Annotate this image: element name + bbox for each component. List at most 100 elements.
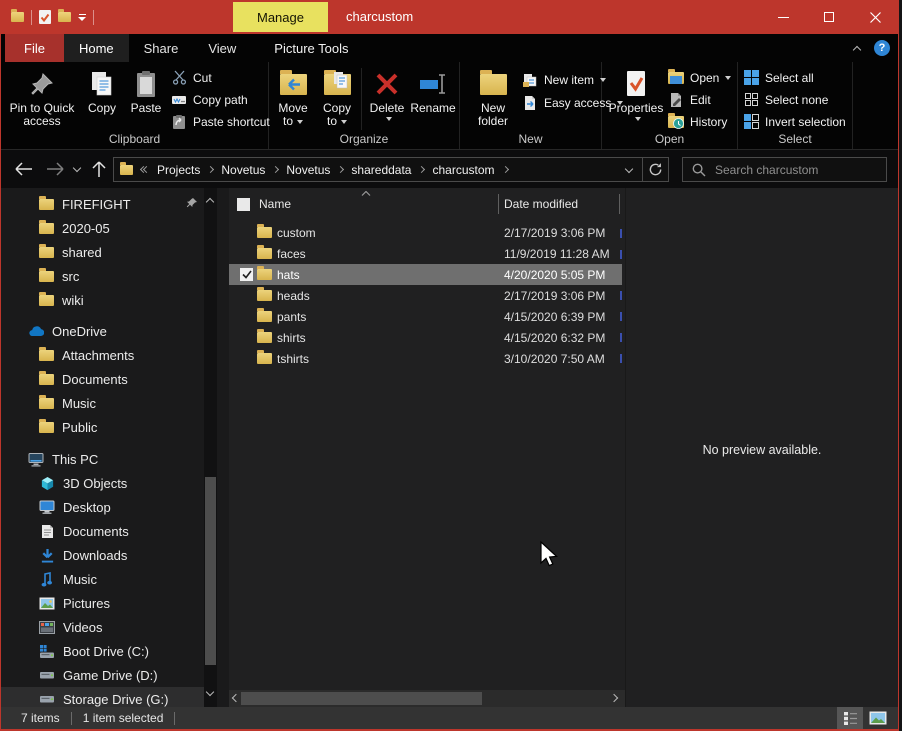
copy-path-button[interactable]: Copy path	[171, 89, 248, 110]
properties-button[interactable]: Properties	[608, 66, 664, 121]
row-checkbox[interactable]	[240, 268, 253, 281]
address-bar[interactable]: Projects Novetus Novetus shareddata char…	[113, 157, 669, 182]
sidebar-item-this-pc[interactable]: This PC	[1, 447, 204, 471]
thumbnails-view-button[interactable]	[865, 707, 891, 729]
delete-button[interactable]: Delete	[365, 66, 409, 121]
sidebar-item-pictures[interactable]: Pictures	[1, 591, 204, 615]
breadcrumb-item[interactable]: shareddata	[351, 163, 411, 177]
recent-locations-button[interactable]	[69, 158, 85, 180]
move-to-button[interactable]: Move to	[271, 66, 315, 128]
breadcrumb-chevron-icon[interactable]	[337, 166, 344, 173]
sidebar-item-documents-onedrive[interactable]: Documents	[1, 367, 204, 391]
details-view-button[interactable]	[837, 707, 863, 729]
breadcrumb-chevron-icon[interactable]	[207, 166, 214, 173]
sidebar-scrollbar[interactable]	[204, 188, 217, 707]
back-button[interactable]	[11, 158, 35, 180]
new-folder-button[interactable]: New folder	[470, 66, 516, 128]
breadcrumb-item[interactable]: Novetus	[221, 163, 265, 177]
copy-to-button[interactable]: Copy to	[315, 66, 359, 128]
invert-selection-button[interactable]: Invert selection	[743, 111, 846, 132]
column-divider[interactable]	[619, 194, 620, 214]
breadcrumb-chevron-icon[interactable]	[272, 166, 279, 173]
scroll-left-icon[interactable]	[232, 694, 240, 702]
paste-shortcut-button[interactable]: Paste shortcut	[171, 111, 270, 132]
sidebar-item-desktop[interactable]: Desktop	[1, 495, 204, 519]
file-row[interactable]: shirts 4/15/2020 6:32 PM	[229, 327, 625, 348]
select-none-button[interactable]: Select none	[743, 89, 828, 110]
breadcrumb-overflow-icon[interactable]	[141, 167, 149, 172]
sidebar-item-wiki[interactable]: wiki	[1, 288, 204, 312]
sidebar-item-2020-05[interactable]: 2020-05	[1, 216, 204, 240]
select-all-button[interactable]: Select all	[743, 67, 814, 88]
qat-new-folder-icon[interactable]	[58, 12, 71, 22]
rename-button[interactable]: Rename	[407, 66, 459, 115]
file-row[interactable]: custom 2/17/2019 3:06 PM	[229, 222, 625, 243]
maximize-button[interactable]	[806, 0, 852, 34]
tab-view[interactable]: View	[193, 34, 251, 62]
open-button[interactable]: Open	[668, 67, 731, 88]
search-box[interactable]	[682, 157, 887, 182]
qat-folder-icon[interactable]	[11, 12, 24, 22]
new-item-button[interactable]: New item	[522, 69, 606, 90]
tab-home[interactable]: Home	[64, 34, 129, 62]
scroll-right-icon[interactable]	[610, 694, 618, 702]
sidebar-item-music[interactable]: Music	[1, 567, 204, 591]
contextual-tab-manage[interactable]: Manage	[233, 2, 328, 32]
column-divider[interactable]	[498, 194, 499, 214]
sidebar-item-shared[interactable]: shared	[1, 240, 204, 264]
up-button[interactable]	[87, 158, 111, 180]
sidebar-item-src[interactable]: src	[1, 264, 204, 288]
file-row-selected[interactable]: hats 4/20/2020 5:05 PM	[229, 264, 622, 285]
horizontal-scrollbar[interactable]	[229, 690, 625, 707]
close-button[interactable]	[852, 0, 898, 34]
select-all-checkbox[interactable]	[237, 198, 250, 211]
sidebar-item-attachments[interactable]: Attachments	[1, 343, 204, 367]
sidebar-item-public[interactable]: Public	[1, 415, 204, 439]
breadcrumb-chevron-icon[interactable]	[418, 166, 425, 173]
cut-button[interactable]: Cut	[171, 67, 212, 88]
scroll-down-icon[interactable]	[206, 688, 214, 696]
history-button[interactable]: History	[668, 111, 727, 132]
help-icon[interactable]: ?	[874, 40, 890, 56]
horizontal-scrollbar-thumb[interactable]	[241, 692, 482, 705]
breadcrumb-item[interactable]: Novetus	[286, 163, 330, 177]
sidebar-item-documents[interactable]: Documents	[1, 519, 204, 543]
copy-button[interactable]: Copy	[81, 66, 123, 115]
folder-icon	[39, 374, 54, 385]
sidebar-item-music-onedrive[interactable]: Music	[1, 391, 204, 415]
sidebar-item-game-drive-d[interactable]: Game Drive (D:)	[1, 663, 204, 687]
edit-button[interactable]: Edit	[668, 89, 711, 110]
file-row[interactable]: pants 4/15/2020 6:39 PM	[229, 306, 625, 327]
sidebar-item-3d-objects[interactable]: 3D Objects	[1, 471, 204, 495]
paste-button[interactable]: Paste	[125, 66, 167, 115]
breadcrumb-chevron-icon[interactable]	[501, 166, 508, 173]
breadcrumb-item[interactable]: charcustom	[432, 163, 494, 177]
forward-button[interactable]	[43, 158, 67, 180]
search-input[interactable]	[715, 163, 877, 177]
sidebar-item-firefight[interactable]: FIREFIGHT	[1, 192, 204, 216]
qat-properties-icon[interactable]	[39, 10, 51, 24]
folder-icon	[257, 269, 272, 280]
sidebar-item-videos[interactable]: Videos	[1, 615, 204, 639]
sidebar-item-onedrive[interactable]: OneDrive	[1, 319, 204, 343]
collapse-ribbon-icon[interactable]	[853, 45, 861, 53]
minimize-button[interactable]	[760, 0, 806, 34]
column-header-date[interactable]: Date modified	[504, 197, 578, 211]
refresh-button[interactable]	[642, 158, 668, 181]
tab-share[interactable]: Share	[129, 34, 194, 62]
address-dropdown-button[interactable]	[616, 158, 642, 181]
file-row[interactable]: tshirts 3/10/2020 7:50 AM	[229, 348, 625, 369]
sidebar-item-downloads[interactable]: Downloads	[1, 543, 204, 567]
sidebar-scrollbar-thumb[interactable]	[205, 477, 216, 665]
tab-picture-tools[interactable]: Picture Tools	[259, 34, 363, 62]
scroll-up-icon[interactable]	[206, 198, 214, 206]
breadcrumb-item[interactable]: Projects	[157, 163, 200, 177]
qat-customize-icon[interactable]	[78, 14, 86, 21]
tab-file[interactable]: File	[5, 34, 64, 62]
file-row[interactable]: heads 2/17/2019 3:06 PM	[229, 285, 625, 306]
scroll-mark	[620, 291, 622, 300]
pin-to-quick-access-button[interactable]: Pin to Quick access	[7, 66, 77, 128]
column-header-name[interactable]: Name	[259, 197, 291, 211]
file-row[interactable]: faces 11/9/2019 11:28 AM	[229, 243, 625, 264]
sidebar-item-boot-drive-c[interactable]: Boot Drive (C:)	[1, 639, 204, 663]
